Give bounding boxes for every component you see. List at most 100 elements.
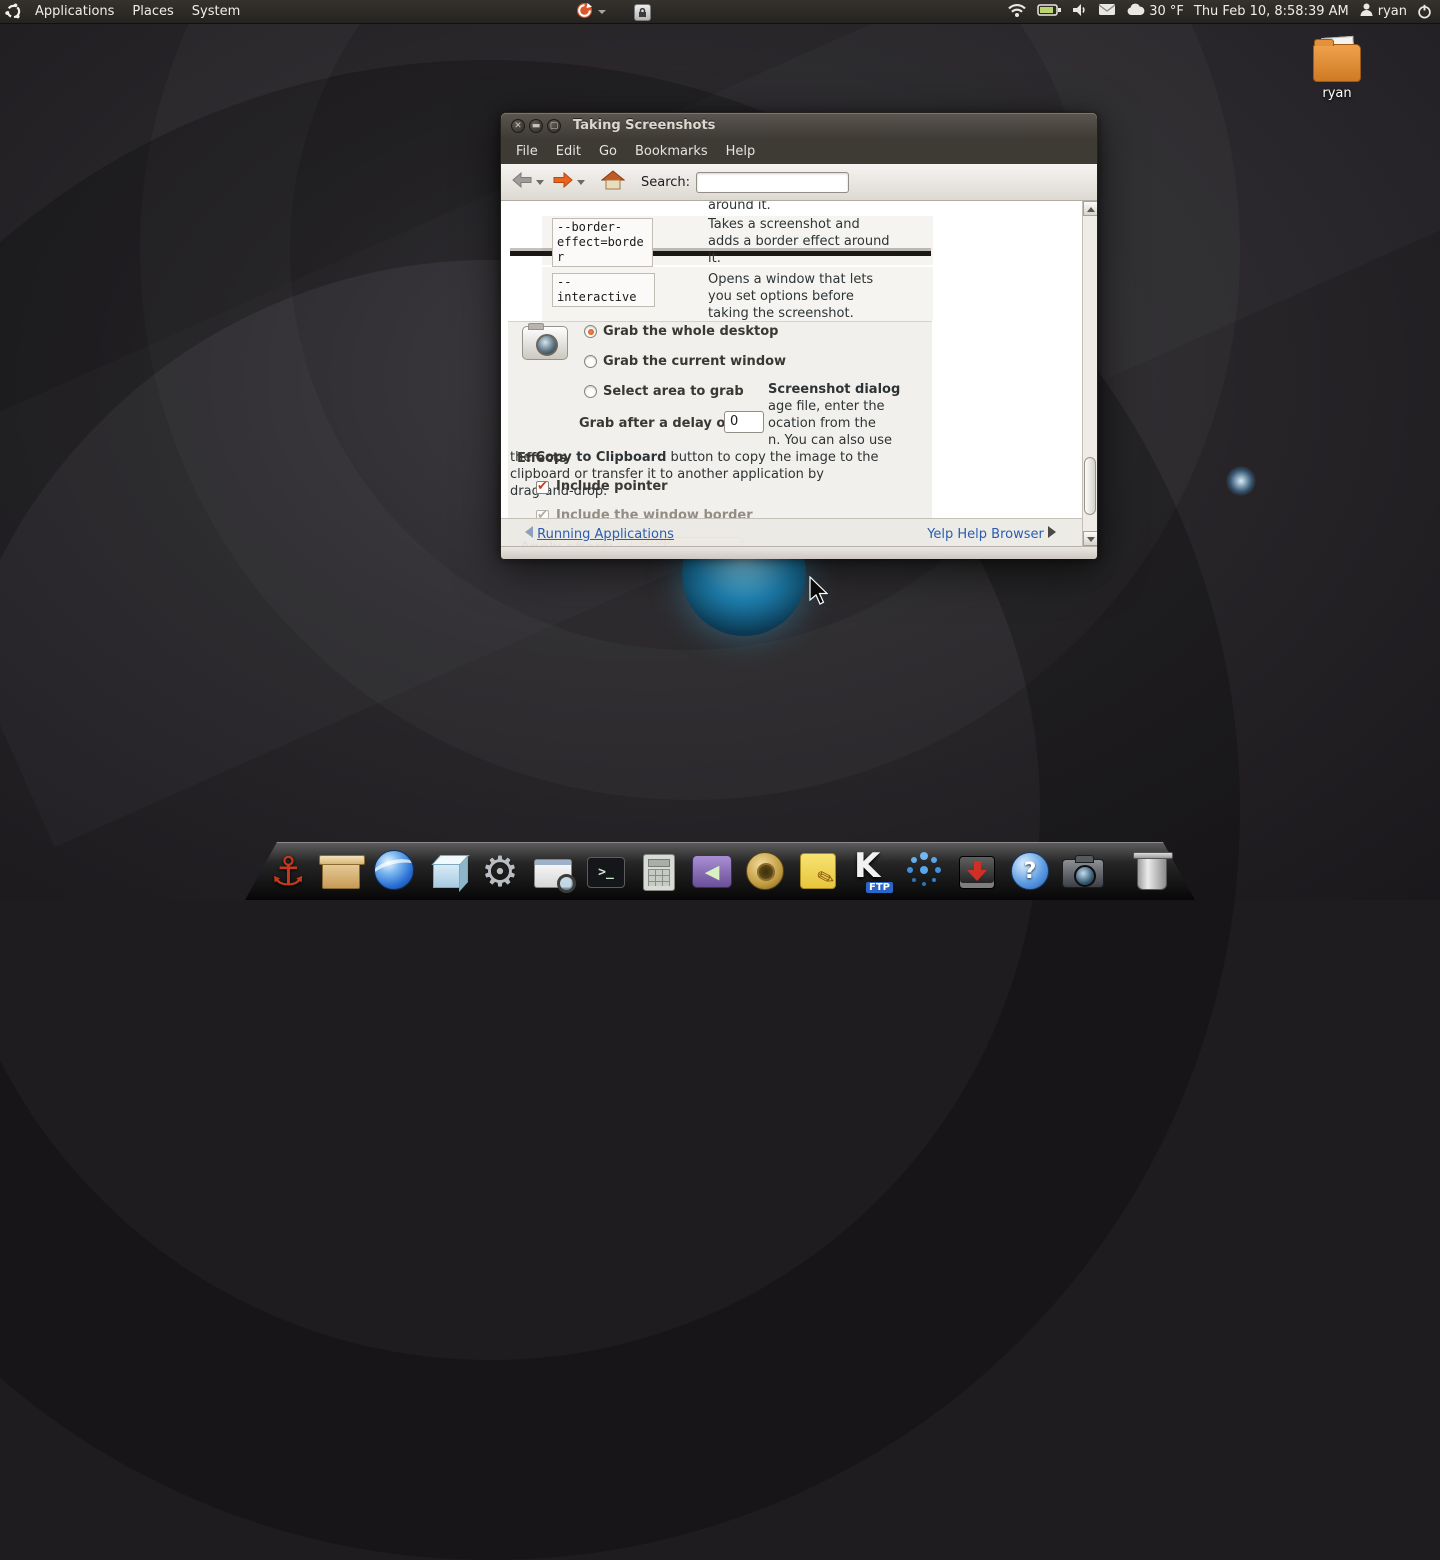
overlay-text: Screenshot dialog	[768, 382, 900, 397]
overlay-paragraph: the Copy to Clipboard button to copy the…	[510, 450, 900, 465]
mail-icon[interactable]	[1098, 3, 1116, 20]
window-title: Taking Screenshots	[573, 118, 715, 133]
notification-swirl-icon[interactable]	[576, 2, 593, 23]
yelp-help-window: ✕ ▬ ▢ Taking Screenshots File Edit Go Bo…	[500, 112, 1098, 558]
dock-icon-settings[interactable]: ⚙	[476, 843, 524, 895]
page-nav-bar: Running Applications Yelp Help Browser	[501, 518, 1082, 546]
dock-icon-back-arrow-app[interactable]: ◀	[688, 843, 736, 895]
clipped-text: around it.	[708, 201, 771, 213]
weather-temp: 30 °F	[1149, 4, 1184, 19]
keyboard-lock-icon[interactable]	[634, 4, 651, 21]
note-icon: ✎	[800, 853, 836, 889]
overlay-text: age file, enter the	[768, 399, 885, 414]
cube-icon	[433, 863, 461, 888]
dock-icon-download-manager[interactable]	[953, 843, 1001, 895]
folder-icon	[1313, 44, 1361, 82]
window-toolbar: Search:	[501, 164, 1097, 201]
window-titlebar[interactable]: ✕ ▬ ▢ Taking Screenshots	[501, 113, 1097, 138]
home-icon[interactable]	[601, 170, 625, 194]
close-icon[interactable]: ✕	[511, 119, 525, 133]
nav-previous-link[interactable]: Running Applications	[525, 526, 674, 542]
dock-icon-audio-player[interactable]	[741, 843, 789, 895]
radio-whole-desktop[interactable]	[584, 325, 597, 338]
dock-icon-camera[interactable]	[1059, 843, 1107, 895]
camera-icon	[1062, 859, 1104, 888]
dock-icon-gnome-do[interactable]	[900, 843, 948, 895]
dock-icon-package-manager[interactable]	[317, 843, 365, 895]
search-input[interactable]	[696, 172, 849, 193]
weather-indicator[interactable]: 30 °F	[1126, 3, 1184, 20]
forward-icon[interactable]	[552, 171, 574, 193]
maximize-icon[interactable]: ▢	[547, 119, 561, 133]
radio-current-window[interactable]	[584, 355, 597, 368]
effects-heading: Effects	[517, 451, 567, 466]
dock-icon-docky-anchor[interactable]: ⚓	[264, 843, 312, 895]
radio-select-area[interactable]	[584, 385, 597, 398]
radio-whole-desktop-label: Grab the whole desktop	[603, 324, 778, 339]
gear-icon: ⚙	[481, 849, 519, 895]
dock-icon-3d-cube-app[interactable]	[423, 843, 471, 895]
menu-system[interactable]: System	[183, 0, 249, 23]
clock[interactable]: Thu Feb 10, 8:58:39 AM	[1194, 4, 1349, 19]
radio-current-window-label: Grab the current window	[603, 354, 786, 369]
battery-icon[interactable]	[1037, 4, 1062, 20]
dock: ⚓ ⚙ >_ ◀ ✎ KFTP ?	[264, 843, 1176, 895]
speaker-icon	[746, 852, 784, 890]
terminal-icon: >_	[587, 857, 625, 888]
menu-edit[interactable]: Edit	[547, 141, 590, 162]
menu-help[interactable]: Help	[717, 141, 765, 162]
minimize-icon[interactable]: ▬	[529, 119, 543, 133]
menu-applications[interactable]: Applications	[26, 0, 123, 23]
wifi-icon[interactable]	[1007, 2, 1027, 21]
scroll-down-icon[interactable]	[1083, 531, 1097, 546]
scroll-up-icon[interactable]	[1083, 201, 1097, 216]
option-description: Opens a window that lets you set options…	[708, 271, 908, 322]
window-menubar: File Edit Go Bookmarks Help	[501, 138, 1097, 164]
distro-logo-icon[interactable]	[5, 3, 22, 20]
nav-next-arrow-icon	[1048, 526, 1056, 538]
download-arrow-icon	[959, 856, 995, 889]
desktop-folder-label: ryan	[1308, 86, 1366, 101]
option-code: --border-effect=border	[552, 218, 653, 267]
dock-icon-terminal[interactable]: >_	[582, 843, 630, 895]
back-icon[interactable]	[511, 171, 533, 193]
wallpaper-glow-dot	[1226, 466, 1256, 496]
menu-go[interactable]: Go	[590, 141, 626, 162]
pencil-icon: ✎	[814, 864, 838, 892]
volume-icon[interactable]	[1072, 3, 1088, 21]
forward-history-caret-icon[interactable]	[577, 180, 585, 185]
back-history-caret-icon[interactable]	[536, 180, 544, 185]
dotted-swirl-icon	[903, 849, 945, 891]
radio-select-area-label: Select area to grab	[603, 384, 744, 399]
menu-bookmarks[interactable]: Bookmarks	[626, 141, 717, 162]
dock-icon-screenshot-utility[interactable]	[529, 843, 577, 895]
power-icon[interactable]	[1417, 4, 1432, 19]
cloud-icon	[1126, 3, 1145, 20]
window-bottom-edge	[501, 546, 1097, 559]
camera-icon	[522, 326, 568, 360]
menu-file[interactable]: File	[507, 141, 547, 162]
desktop-folder-ryan[interactable]: ryan	[1308, 44, 1366, 101]
delay-value-field[interactable]: 0	[724, 411, 764, 433]
scrollbar-thumb[interactable]	[1084, 457, 1096, 515]
include-pointer-checkbox[interactable]	[536, 481, 549, 494]
top-panel: Applications Places System 30 °F	[0, 0, 1440, 24]
nav-next-link[interactable]: Yelp Help Browser	[927, 526, 1056, 542]
option-description: Takes a screenshot and adds a border eff…	[708, 216, 908, 267]
dock-icon-help-browser[interactable]: ?	[1006, 843, 1054, 895]
user-icon	[1359, 2, 1374, 21]
trash-icon	[1137, 857, 1167, 890]
delay-label: Grab after a delay of	[579, 416, 731, 431]
dock-icon-trash[interactable]	[1128, 843, 1176, 895]
package-box-icon	[322, 861, 360, 889]
user-menu[interactable]: ryan	[1359, 2, 1407, 21]
dock-icon-notes[interactable]: ✎	[794, 843, 842, 895]
menu-places[interactable]: Places	[123, 0, 182, 23]
dock-icon-web-browser[interactable]	[370, 843, 418, 895]
dock-icon-kftpgrabber[interactable]: KFTP	[847, 843, 895, 895]
vertical-scrollbar[interactable]	[1082, 201, 1097, 546]
dock-icon-calculator[interactable]	[635, 843, 683, 895]
help-content: around it. --border-effect=border Takes …	[501, 201, 1082, 546]
indicator-caret-icon[interactable]	[598, 10, 606, 14]
mouse-cursor	[808, 576, 828, 606]
